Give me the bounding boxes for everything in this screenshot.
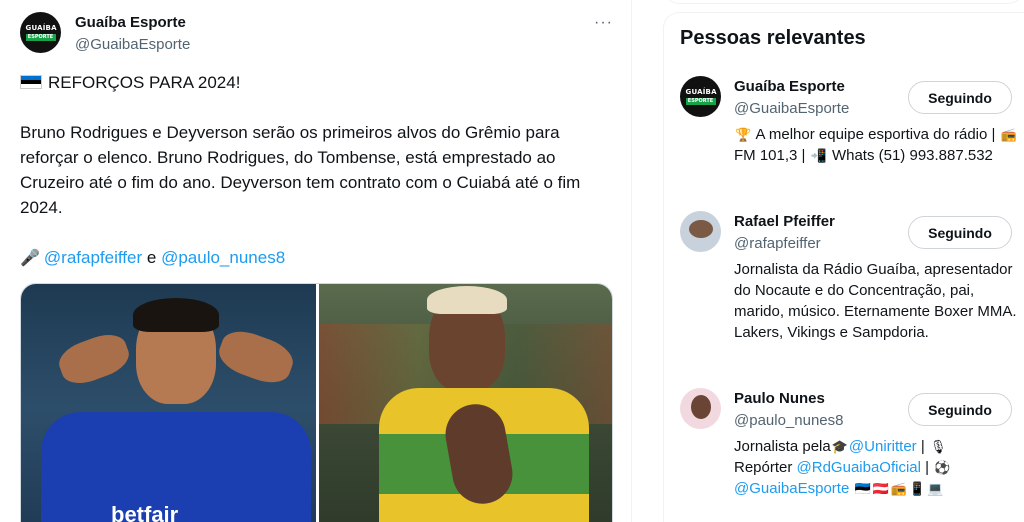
person-name[interactable]: Guaíba Esporte bbox=[734, 78, 845, 95]
mention-connector: e bbox=[146, 248, 157, 267]
flag-icon: 🇦🇹 bbox=[872, 481, 889, 496]
person-bio: Jornalista da Rádio Guaíba, apresentador… bbox=[734, 261, 1017, 341]
sidebar-previous-card bbox=[663, 0, 1024, 4]
microphone-icon: 🎙 bbox=[929, 439, 947, 454]
soccer-ball-icon: ⚽ bbox=[934, 460, 951, 475]
trophy-icon: 🏆 bbox=[735, 127, 752, 142]
author-name[interactable]: Guaíba Esporte bbox=[75, 14, 186, 31]
person-bio: Jornalista pela🎓@Uniritter | 🎙 Repórter … bbox=[734, 438, 951, 497]
avatar[interactable] bbox=[680, 211, 721, 252]
mention-paulo-nunes8[interactable]: @paulo_nunes8 bbox=[161, 248, 285, 267]
graduation-cap-icon: 🎓 bbox=[831, 439, 848, 454]
flag-icon: 🇪🇪 bbox=[854, 481, 871, 496]
avatar[interactable] bbox=[680, 388, 721, 429]
player-hand-right bbox=[214, 324, 298, 390]
following-button[interactable]: Seguindo bbox=[908, 216, 1012, 249]
following-button[interactable]: Seguindo bbox=[908, 393, 1012, 426]
author-avatar[interactable]: GUAÍBA ESPORTE bbox=[20, 12, 61, 53]
player-hand-left bbox=[54, 328, 134, 390]
player-hair bbox=[133, 298, 219, 332]
tweet-body: Bruno Rodrigues e Deyverson serão os pri… bbox=[20, 123, 581, 217]
panel-title: Pessoas relevantes bbox=[680, 27, 866, 49]
avatar-face bbox=[688, 219, 713, 238]
photo-deyverson[interactable] bbox=[319, 284, 612, 522]
phone-icon: 📲 bbox=[810, 148, 827, 163]
avatar[interactable]: GUAÍBA ESPORTE bbox=[680, 76, 721, 117]
guaiba-logo: GUAÍBA ESPORTE bbox=[685, 87, 717, 105]
sponsor-text: betfair bbox=[111, 502, 179, 522]
tweet-media[interactable]: betfair bbox=[20, 283, 613, 522]
more-options-icon[interactable]: ··· bbox=[594, 14, 613, 32]
microphone-icon: 🎤 bbox=[20, 250, 40, 267]
bio-link-guaibaesporte[interactable]: @GuaibaEsporte bbox=[734, 480, 849, 497]
guaiba-logo: GUAÍBA ESPORTE bbox=[25, 23, 57, 41]
following-button[interactable]: Seguindo bbox=[908, 81, 1012, 114]
person-bio: 🏆 A melhor equipe esportiva do rádio | 📻… bbox=[734, 126, 1017, 164]
person-handle[interactable]: @GuaibaEsporte bbox=[734, 100, 849, 117]
tweet-headline: REFORÇOS PARA 2024! bbox=[20, 70, 620, 95]
person-handle[interactable]: @paulo_nunes8 bbox=[734, 412, 843, 429]
estonia-flag-icon bbox=[20, 75, 42, 89]
tweet-mentions: 🎤 @rafapfeiffer e @paulo_nunes8 bbox=[20, 245, 620, 271]
mention-rafapfeiffer[interactable]: @rafapfeiffer bbox=[44, 248, 142, 267]
person-handle[interactable]: @rafapfeiffer bbox=[734, 235, 821, 252]
person-name[interactable]: Paulo Nunes bbox=[734, 390, 825, 407]
author-handle[interactable]: @GuaibaEsporte bbox=[75, 36, 190, 53]
phone-icon: 📱 bbox=[909, 481, 926, 496]
tweet-card: GUAÍBA ESPORTE Guaíba Esporte @GuaibaEsp… bbox=[0, 0, 632, 522]
bio-link-rdguaibaoficial[interactable]: @RdGuaibaOficial bbox=[797, 459, 921, 476]
relevant-people-panel: Pessoas relevantes GUAÍBA ESPORTE Guaíba… bbox=[663, 12, 1024, 522]
radio-icon: 📻 bbox=[1000, 127, 1017, 142]
radio-icon: 📻 bbox=[890, 481, 908, 496]
person-name[interactable]: Rafael Pfeiffer bbox=[734, 213, 835, 230]
avatar-face bbox=[690, 394, 711, 419]
bio-link-uniritter[interactable]: @Uniritter bbox=[849, 438, 917, 455]
photo-bruno-rodrigues[interactable]: betfair bbox=[21, 284, 316, 522]
laptop-icon: 💻 bbox=[927, 481, 944, 496]
player-hair bbox=[427, 286, 507, 314]
